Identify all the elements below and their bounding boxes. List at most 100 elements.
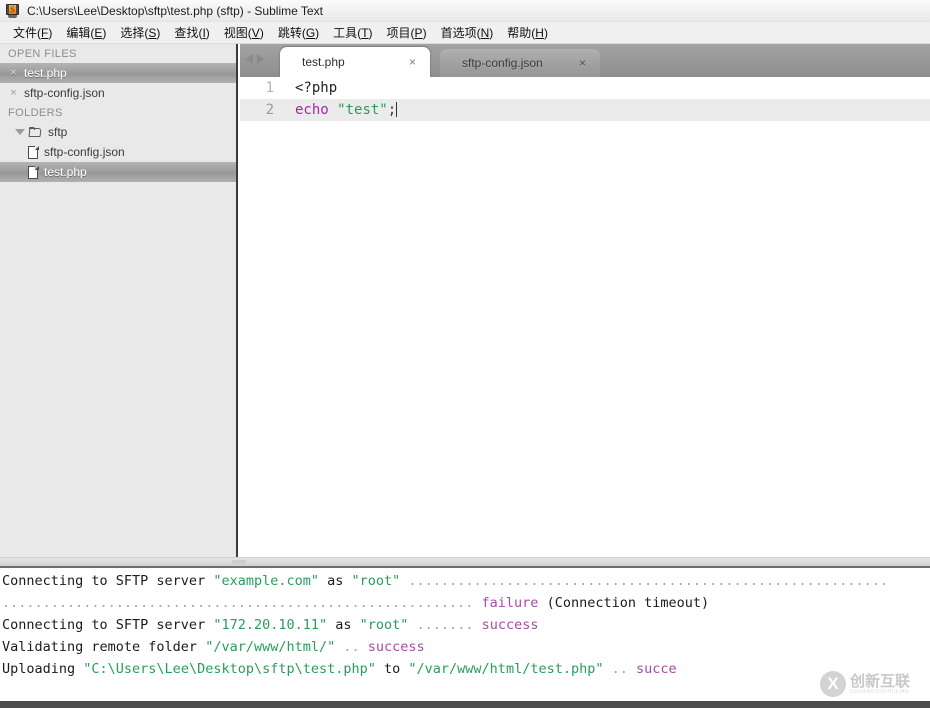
console-segment-res: success xyxy=(359,639,425,655)
code-token-string: "test" xyxy=(337,102,388,118)
menu-bar: 文件(F) 编辑(E) 选择(S) 查找(I) 视图(V) 跳转(G) 工具(T… xyxy=(0,22,930,44)
sftp-console-output[interactable]: Connecting to SFTP server "example.com" … xyxy=(0,568,930,701)
console-segment-plain: to xyxy=(375,661,409,677)
chevron-down-icon[interactable] xyxy=(15,129,25,135)
sublime-text-window: S C:\Users\Lee\Desktop\sftp\test.php (sf… xyxy=(0,0,930,708)
console-line: Validating remote folder "/var/www/html/… xyxy=(0,636,930,658)
menu-accel-project: P xyxy=(414,26,423,40)
menu-item-project[interactable]: 项目(P) xyxy=(380,22,434,43)
close-icon[interactable]: × xyxy=(8,67,19,79)
console-segment-str: "root" xyxy=(359,617,409,633)
menu-item-preferences[interactable]: 首选项(N) xyxy=(434,22,501,43)
sidebar-file-label: sftp-config.json xyxy=(44,145,125,159)
sidebar-folder-label: sftp xyxy=(48,125,68,139)
folder-icon xyxy=(29,126,43,138)
console-segment-plain: Connecting to SFTP server xyxy=(2,573,214,589)
code-text: <?php xyxy=(295,80,338,96)
tab-nav-arrows xyxy=(246,54,264,64)
console-segment-dots: ........................................… xyxy=(2,595,474,611)
close-icon[interactable]: × xyxy=(409,55,416,69)
file-icon xyxy=(28,145,39,159)
tab-label: sftp-config.json xyxy=(462,56,543,70)
menu-accel-tools: T xyxy=(361,26,369,40)
console-segment-plain: Validating remote folder xyxy=(2,639,206,655)
menu-accel-file: F xyxy=(41,26,49,40)
sidebar-header-open-files: OPEN FILES xyxy=(8,48,77,60)
menu-accel-preferences: N xyxy=(480,26,490,40)
sidebar-open-file-label: sftp-config.json xyxy=(24,86,105,100)
tab-next-icon[interactable] xyxy=(257,54,264,64)
sidebar-file-test-php[interactable]: test.php xyxy=(0,162,236,182)
menu-item-file[interactable]: 文件(F) xyxy=(6,22,59,43)
console-segment-dots: ........................................… xyxy=(400,573,888,589)
console-line: Connecting to SFTP server "example.com" … xyxy=(0,570,930,592)
file-icon xyxy=(28,165,39,179)
console-segment-res: success xyxy=(473,617,539,633)
console-segment-str: "C:\Users\Lee\Desktop\sftp\test.php" xyxy=(83,661,376,677)
sidebar-folder-sftp[interactable]: sftp xyxy=(0,122,236,142)
menu-item-help[interactable]: 帮助(H) xyxy=(500,22,555,43)
console-segment-str: "/var/www/html/" xyxy=(205,639,336,655)
console-segment-dots: ....... xyxy=(408,617,474,633)
panel-splitter[interactable] xyxy=(0,557,930,566)
menu-accel-view: V xyxy=(251,26,260,40)
menu-item-tools[interactable]: 工具(T) xyxy=(326,22,379,43)
splitter-grip[interactable] xyxy=(232,560,246,564)
close-icon[interactable]: × xyxy=(8,87,19,99)
menu-accel-find: I xyxy=(202,26,206,40)
menu-item-selection[interactable]: 选择(S) xyxy=(113,22,167,43)
window-title: C:\Users\Lee\Desktop\sftp\test.php (sftp… xyxy=(27,3,323,18)
tab-sftp-config-json[interactable]: sftp-config.json × xyxy=(440,49,600,77)
console-segment-dots: .. xyxy=(603,661,628,677)
menu-label-tools: 工具 xyxy=(333,26,358,40)
menu-label-goto: 跳转 xyxy=(277,26,302,40)
text-caret xyxy=(396,102,398,117)
console-line: Uploading "C:\Users\Lee\Desktop\sftp\tes… xyxy=(0,658,930,680)
sidebar-open-file-test-php[interactable]: × test.php xyxy=(0,63,236,83)
console-segment-plain: Uploading xyxy=(2,661,84,677)
menu-item-goto[interactable]: 跳转(G) xyxy=(271,22,326,43)
menu-item-view[interactable]: 视图(V) xyxy=(217,22,271,43)
code-editor[interactable]: 1 <?php 2 echo "test"; xyxy=(240,77,930,566)
sidebar-open-file-label: test.php xyxy=(24,66,67,80)
code-token-keyword: echo xyxy=(295,102,329,118)
tab-bar: test.php × sftp-config.json × xyxy=(240,44,930,77)
menu-label-edit: 编辑 xyxy=(66,26,91,40)
sidebar-open-file-sftp-config-json[interactable]: × sftp-config.json xyxy=(0,83,236,103)
menu-item-find[interactable]: 查找(I) xyxy=(167,22,216,43)
menu-label-selection: 选择 xyxy=(120,26,145,40)
sublime-text-icon: S xyxy=(5,3,21,19)
console-segment-dots: .. xyxy=(335,639,360,655)
tab-test-php[interactable]: test.php × xyxy=(280,47,430,77)
menu-label-view: 视图 xyxy=(223,26,248,40)
menu-label-file: 文件 xyxy=(13,26,38,40)
sidebar-header-folders: FOLDERS xyxy=(8,107,63,119)
console-scrollbar[interactable] xyxy=(0,701,930,708)
console-line: Connecting to SFTP server "172.20.10.11"… xyxy=(0,614,930,636)
menu-accel-edit: E xyxy=(94,26,103,40)
console-segment-res: succe xyxy=(627,661,677,677)
tab-prev-icon[interactable] xyxy=(246,54,253,64)
sidebar[interactable]: OPEN FILES × test.php × sftp-config.json… xyxy=(0,44,238,566)
menu-label-find: 查找 xyxy=(174,26,199,40)
tab-label: test.php xyxy=(302,55,345,69)
code-line-1[interactable]: 1 <?php xyxy=(240,77,930,99)
console-segment-plain: as xyxy=(319,573,352,589)
console-segment-str: "root" xyxy=(351,573,401,589)
close-icon[interactable]: × xyxy=(579,56,586,70)
menu-accel-goto: G xyxy=(305,26,316,40)
line-number: 1 xyxy=(265,80,274,96)
menu-item-edit[interactable]: 编辑(E) xyxy=(59,22,113,43)
menu-label-help: 帮助 xyxy=(507,26,532,40)
sidebar-file-sftp-config-json[interactable]: sftp-config.json xyxy=(0,142,236,162)
console-segment-str: "example.com" xyxy=(213,573,319,589)
code-token-punctuation: ; xyxy=(387,102,397,118)
app-icon-letter: S xyxy=(9,4,16,14)
console-segment-plain: Connecting to SFTP server xyxy=(2,617,214,633)
console-segment-plain: (Connection timeout) xyxy=(538,595,710,611)
menu-label-project: 项目 xyxy=(386,26,411,40)
title-bar: S C:\Users\Lee\Desktop\sftp\test.php (sf… xyxy=(0,0,930,22)
sidebar-file-label: test.php xyxy=(44,165,87,179)
code-line-2[interactable]: 2 echo "test"; xyxy=(240,99,930,121)
